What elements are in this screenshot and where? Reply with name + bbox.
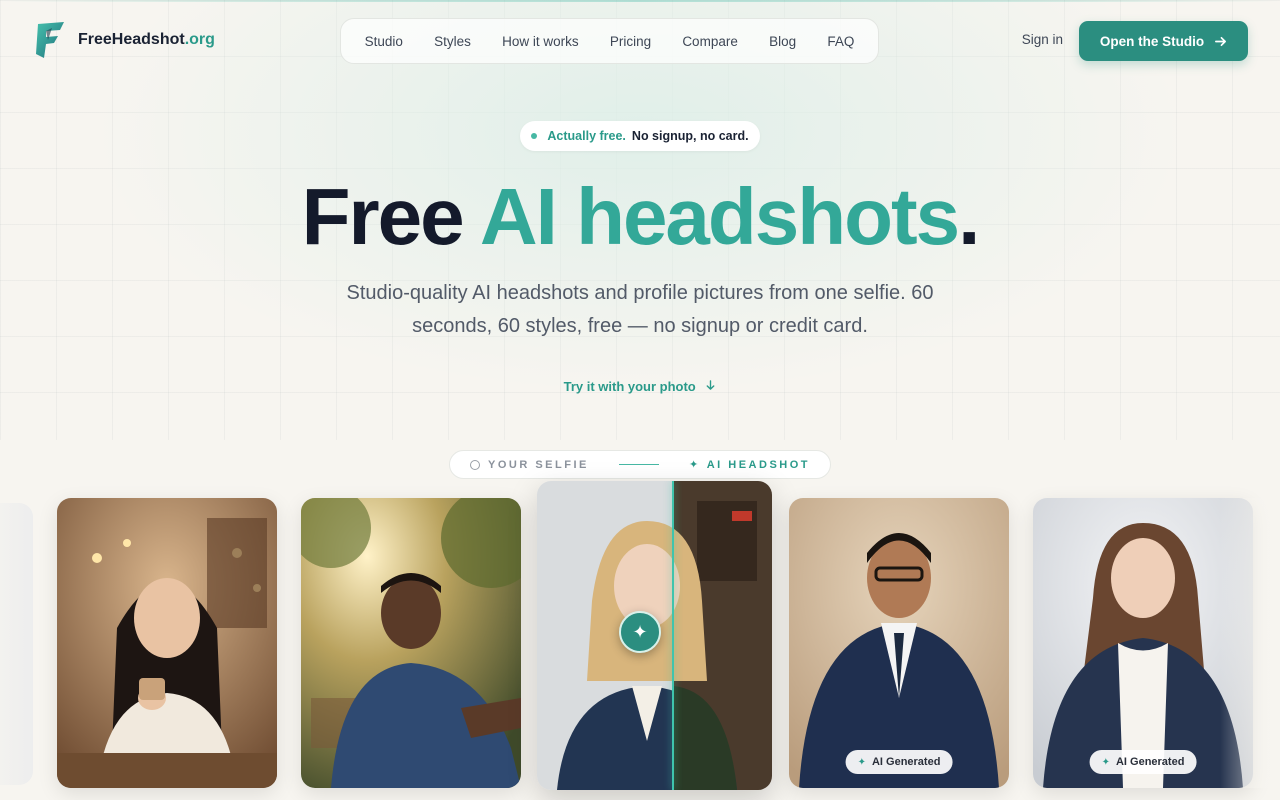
- carousel-ghost-card: [0, 503, 33, 785]
- nav-pricing[interactable]: Pricing: [610, 34, 651, 49]
- open-studio-label: Open the Studio: [1099, 33, 1205, 49]
- carousel-fade-edge: [1220, 498, 1280, 788]
- sign-in-link[interactable]: Sign in: [1022, 32, 1063, 47]
- ai-generated-badge: ✦ AI Generated: [845, 750, 953, 774]
- brand-logo-icon: [36, 22, 64, 58]
- nav-styles[interactable]: Styles: [434, 34, 471, 49]
- selfie-photo-man-outdoors: [301, 498, 521, 788]
- free-badge-highlight: Actually free.: [547, 129, 626, 143]
- nav-studio[interactable]: Studio: [365, 34, 403, 49]
- status-dot-icon: [531, 133, 538, 139]
- sparkle-icon: ✦: [1101, 756, 1110, 768]
- selfie-card-cafe[interactable]: [57, 498, 277, 788]
- nav-how-it-works[interactable]: How it works: [502, 34, 579, 49]
- brand-link[interactable]: FreeHeadshot.org: [34, 20, 215, 60]
- ai-generated-badge: ✦ AI Generated: [1089, 750, 1197, 774]
- circle-icon: [470, 459, 480, 470]
- hero-subtitle: Studio-quality AI headshots and profile …: [346, 282, 934, 337]
- nav-blog[interactable]: Blog: [769, 34, 796, 49]
- headshot-photo-man-suit: [789, 498, 1009, 788]
- page-title: Free AI headshots.: [301, 172, 981, 261]
- nav-compare[interactable]: Compare: [682, 34, 738, 49]
- toggle-divider: [618, 464, 659, 465]
- brand-name: FreeHeadshot.org: [78, 31, 215, 48]
- toggle-selfie[interactable]: YOUR SELFIE: [470, 459, 589, 471]
- toggle-ai-headshot[interactable]: ✦ AI HEADSHOT: [689, 458, 810, 472]
- before-after-comparison[interactable]: ✦: [537, 481, 772, 790]
- sparkle-icon: ✦: [689, 459, 701, 471]
- try-with-photo-link[interactable]: Try it with your photo: [0, 379, 1280, 394]
- free-badge: Actually free. No signup, no card.: [520, 121, 760, 151]
- arrow-right-icon: [1215, 36, 1227, 46]
- comparison-slider-line[interactable]: [672, 481, 674, 790]
- headshot-card-man[interactable]: ✦ AI Generated: [789, 498, 1009, 788]
- open-studio-button[interactable]: Open the Studio: [1079, 21, 1248, 61]
- comparison-slider-handle[interactable]: ✦: [619, 611, 661, 653]
- selfie-headshot-toggle[interactable]: YOUR SELFIE ✦ AI HEADSHOT: [449, 450, 831, 479]
- selfie-card-park[interactable]: [301, 498, 521, 788]
- site-header: FreeHeadshot.org Studio Styles How it wo…: [34, 18, 1248, 64]
- try-label: Try it with your photo: [563, 379, 696, 394]
- free-badge-text: No signup, no card.: [631, 129, 749, 143]
- main-nav: Studio Styles How it works Pricing Compa…: [340, 18, 879, 64]
- nav-faq[interactable]: FAQ: [827, 34, 854, 49]
- sparkle-icon: ✦: [632, 621, 648, 642]
- sparkle-icon: ✦: [857, 756, 866, 768]
- selfie-photo-woman-cafe: [57, 498, 277, 788]
- arrow-down-icon: [702, 379, 717, 394]
